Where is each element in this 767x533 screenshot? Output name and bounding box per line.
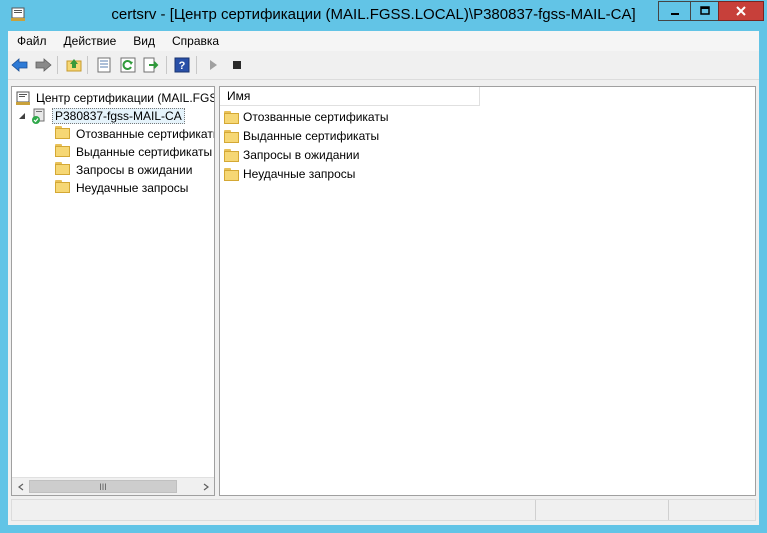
help-button[interactable]: ? xyxy=(173,56,191,74)
list-item[interactable]: Отозванные сертификаты xyxy=(224,108,388,126)
status-cell xyxy=(668,500,756,520)
list-item[interactable]: Неудачные запросы xyxy=(224,165,355,183)
forward-button[interactable] xyxy=(34,56,52,74)
scroll-right-button[interactable] xyxy=(197,478,214,495)
tree-item-pending[interactable]: Запросы в ожидании xyxy=(55,161,192,179)
status-bar xyxy=(11,499,756,521)
export-list-button[interactable] xyxy=(142,56,160,74)
folder-icon xyxy=(55,126,71,142)
folder-icon xyxy=(224,110,240,124)
refresh-button[interactable] xyxy=(119,56,137,74)
list-item-label: Запросы в ожидании xyxy=(243,148,360,162)
tree-horizontal-scrollbar[interactable]: III xyxy=(12,477,214,495)
list-item-label: Неудачные запросы xyxy=(243,167,356,181)
minimize-icon xyxy=(670,13,679,15)
scroll-thumb[interactable]: III xyxy=(29,480,177,493)
properties-button[interactable] xyxy=(95,56,113,74)
status-cell xyxy=(535,500,669,520)
list-item-label: Выданные сертификаты xyxy=(243,129,380,143)
back-button[interactable] xyxy=(11,56,29,74)
tree-item-label: Запросы в ожидании xyxy=(76,163,193,177)
folder-icon xyxy=(55,180,71,196)
tree-ca-label: P380837-fgss-MAIL-CA xyxy=(52,108,185,124)
list-item[interactable]: Выданные сертификаты xyxy=(224,127,379,145)
client-area: Файл Действие Вид Справка ? Центр сертиф… xyxy=(8,31,759,525)
help-icon: ? xyxy=(174,57,190,73)
list-pane[interactable]: Имя Отозванные сертификаты Выданные серт… xyxy=(219,86,756,496)
stop-service-button[interactable] xyxy=(228,56,246,74)
svg-text:?: ? xyxy=(179,60,186,72)
menu-help[interactable]: Справка xyxy=(163,34,227,48)
menu-action[interactable]: Действие xyxy=(55,34,125,48)
menu-file[interactable]: Файл xyxy=(8,34,55,48)
start-service-icon xyxy=(210,60,217,70)
chevron-right-icon xyxy=(203,483,209,490)
tree-item-label: Отозванные сертификаты xyxy=(76,127,215,141)
window-title: certsrv - [Центр сертификации (MAIL.FGSS… xyxy=(111,6,636,23)
up-folder-icon xyxy=(66,59,82,72)
folder-icon xyxy=(55,144,71,160)
folder-icon xyxy=(224,148,240,162)
panes: Центр сертификации (MAIL.FGS P380837-fgs… xyxy=(8,86,759,496)
properties-icon xyxy=(97,57,111,73)
maximize-icon xyxy=(699,6,710,15)
chevron-left-icon xyxy=(17,483,23,490)
close-button[interactable] xyxy=(718,1,764,21)
menu-bar: Файл Действие Вид Справка xyxy=(8,31,759,51)
folder-icon xyxy=(224,167,240,181)
certificate-authority-icon xyxy=(16,91,30,105)
up-folder-button[interactable] xyxy=(65,56,83,74)
list-item-label: Отозванные сертификаты xyxy=(243,110,389,124)
column-header-label: Имя xyxy=(227,89,251,103)
scroll-thumb-grip: III xyxy=(99,481,107,492)
tree-item-revoked[interactable]: Отозванные сертификаты xyxy=(55,125,215,143)
toolbar-separator xyxy=(196,56,197,74)
toolbar-separator xyxy=(87,56,88,74)
start-service-button[interactable] xyxy=(204,56,222,74)
toolbar-separator xyxy=(166,56,167,74)
folder-icon xyxy=(55,162,71,178)
export-list-icon xyxy=(143,57,159,73)
refresh-icon xyxy=(120,57,136,73)
close-icon xyxy=(736,6,746,16)
ca-server-icon xyxy=(32,108,45,124)
title-bar[interactable]: certsrv - [Центр сертификации (MAIL.FGSS… xyxy=(0,0,767,30)
column-header-name[interactable]: Имя xyxy=(220,87,480,106)
collapse-arrow-icon xyxy=(19,113,25,119)
scroll-left-button[interactable] xyxy=(12,478,29,495)
back-arrow-icon xyxy=(11,58,28,72)
tree-pane[interactable]: Центр сертификации (MAIL.FGS P380837-fgs… xyxy=(11,86,215,496)
list-item[interactable]: Запросы в ожидании xyxy=(224,146,359,164)
tree-root-label: Центр сертификации (MAIL.FGS xyxy=(36,91,215,105)
stop-service-icon xyxy=(233,61,241,69)
tree-item-issued[interactable]: Выданные сертификаты xyxy=(55,143,212,161)
tree-item-label: Выданные сертификаты xyxy=(76,145,213,159)
maximize-button[interactable] xyxy=(690,1,719,21)
tree-root[interactable]: Центр сертификации (MAIL.FGS xyxy=(15,89,215,107)
toolbar: ? xyxy=(8,51,759,80)
mmc-window: certsrv - [Центр сертификации (MAIL.FGSS… xyxy=(0,0,767,533)
folder-icon xyxy=(224,129,240,143)
tree-ca-node[interactable]: P380837-fgss-MAIL-CA xyxy=(17,107,185,125)
tree-item-label: Неудачные запросы xyxy=(76,181,189,195)
toolbar-separator xyxy=(57,56,58,74)
menu-view[interactable]: Вид xyxy=(124,34,163,48)
forward-arrow-icon xyxy=(35,58,52,72)
tree-item-failed[interactable]: Неудачные запросы xyxy=(55,179,188,197)
minimize-button[interactable] xyxy=(658,1,691,21)
